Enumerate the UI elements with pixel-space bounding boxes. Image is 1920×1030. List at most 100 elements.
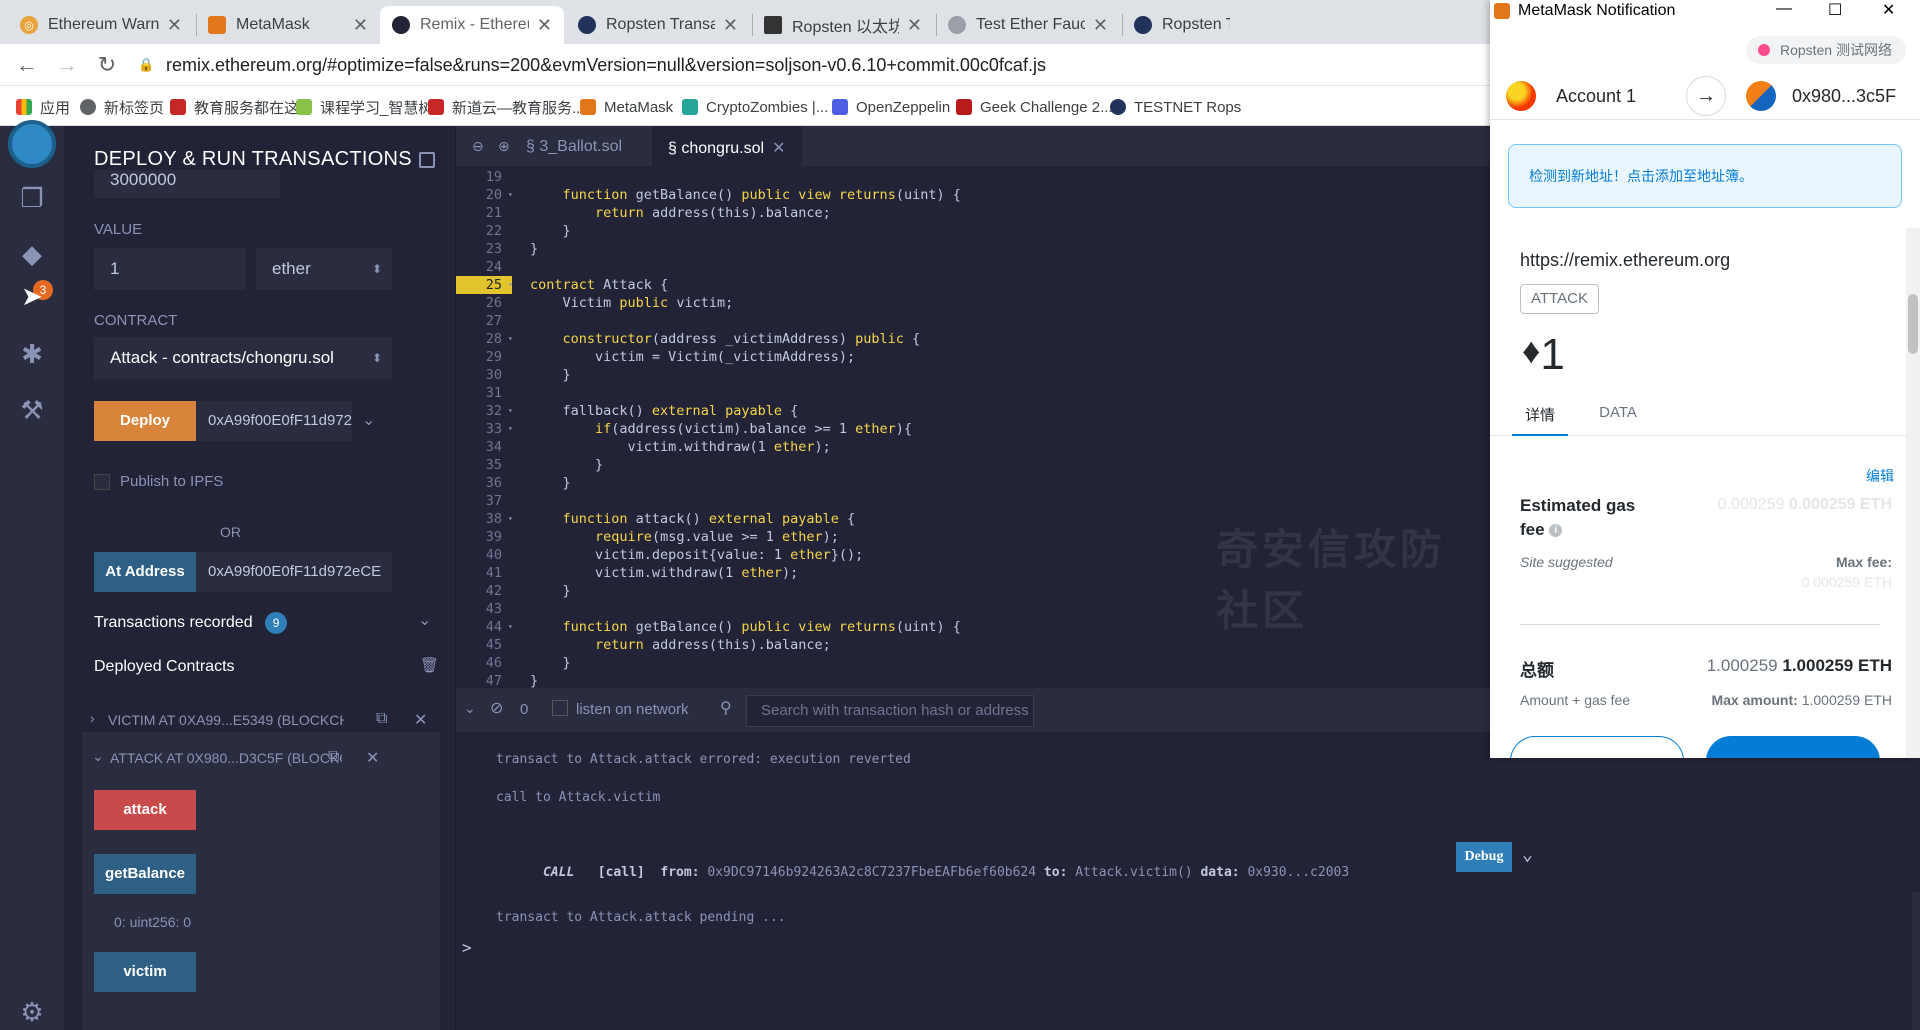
chevron-down-icon[interactable]: ⌄ <box>1522 844 1533 865</box>
clear-console-icon[interactable]: ⊘ <box>490 698 503 718</box>
zoom-in-icon[interactable]: ⊕ <box>498 138 510 155</box>
edit-gas-link[interactable]: 编辑 <box>1866 466 1894 486</box>
solidity-compiler-icon[interactable]: ◆ <box>14 236 50 272</box>
network-selector[interactable]: Ropsten 测试网络 <box>1745 36 1906 64</box>
close-icon[interactable]: ✕ <box>723 15 738 36</box>
fold-arrow-icon[interactable]: ▾ <box>508 510 518 528</box>
bookmark-geek-challenge[interactable]: Geek Challenge 2... <box>956 96 1113 118</box>
getbalance-function-button[interactable]: getBalance <box>94 854 196 894</box>
solidity-file-icon: § <box>526 138 540 155</box>
bookmark-zhihuishu[interactable]: 课程学习_智慧树 <box>296 96 433 118</box>
gas-limit-input[interactable]: 3000000 <box>94 170 280 198</box>
chevron-down-icon[interactable]: ⌄ <box>92 748 104 765</box>
fold-arrow-icon[interactable]: ▾ <box>508 330 518 348</box>
contract-select[interactable]: Attack - contracts/chongru.sol ⬍ <box>94 337 392 379</box>
deploy-run-icon[interactable]: ➤ <box>14 278 50 314</box>
code-text: function getBalance() public view return… <box>562 187 961 203</box>
attack-instance-row[interactable]: ⌄ ATTACK AT 0X980...D3C5F (BLOCKC ⧉ ✕ <box>86 744 436 774</box>
fold-arrow-icon[interactable]: ▾ <box>508 618 518 636</box>
minimize-icon[interactable]: — <box>1776 0 1792 18</box>
code-text: } <box>530 673 539 688</box>
close-icon[interactable]: ✕ <box>1093 15 1108 36</box>
fold-arrow-icon[interactable]: ▾ <box>508 402 518 420</box>
chevron-right-icon[interactable]: › <box>90 710 95 726</box>
at-address-button[interactable]: At Address <box>94 552 196 592</box>
victim-function-button[interactable]: victim <box>94 952 196 992</box>
browser-tab-ropsten-faucet[interactable]: Ropsten 以太坊水龙头 ✕ <box>752 6 934 44</box>
editor-tab-ballot[interactable]: § 3_Ballot.sol <box>526 138 622 156</box>
browser-tab-test-ether-faucet[interactable]: Test Ether Faucet ✕ <box>936 6 1120 44</box>
unit-select[interactable]: ether ⬍ <box>256 248 392 290</box>
url-field[interactable]: 🔒 remix.ethereum.org/#optimize=false&run… <box>138 49 1458 81</box>
from-account-name[interactable]: Account 1 <box>1556 86 1636 107</box>
transaction-search-input[interactable]: Search with transaction hash or address <box>746 695 1034 727</box>
editor-tab-chongru[interactable]: § chongru.sol ✕ <box>668 138 785 158</box>
copy-icon[interactable]: ⧉ <box>376 710 387 728</box>
bookmark-education[interactable]: 教育服务都在这 <box>170 96 299 118</box>
listen-network-checkbox[interactable] <box>552 700 568 716</box>
bookmark-openzeppelin[interactable]: OpenZeppelin <box>832 96 950 118</box>
bookmark-cryptozombies[interactable]: CryptoZombies |... <box>682 96 828 118</box>
transactions-recorded-row[interactable]: Transactions recorded 9 <box>94 612 434 634</box>
bookmark-apps[interactable]: 应用 <box>16 96 70 118</box>
chevron-down-icon[interactable]: ⌄ <box>418 610 431 630</box>
bookmark-label: 课程学习_智慧树 <box>320 99 434 117</box>
close-icon[interactable]: ✕ <box>366 748 379 768</box>
code-editor[interactable]: 19 20 ▾ function getBalance() public view … <box>456 166 1490 688</box>
close-icon[interactable]: ✕ <box>907 15 922 36</box>
close-icon[interactable]: ✕ <box>414 710 427 730</box>
close-icon[interactable]: ✕ <box>537 15 552 36</box>
close-icon[interactable]: ✕ <box>1882 0 1895 20</box>
copy-icon[interactable]: ⧉ <box>328 748 339 766</box>
browser-tab-metamask[interactable]: MetaMask ✕ <box>196 6 380 44</box>
bookmark-metamask[interactable]: MetaMask <box>580 96 673 118</box>
reload-icon[interactable]: ↻ <box>94 52 120 78</box>
metamask-scrollbar[interactable] <box>1906 228 1920 758</box>
documentation-icon[interactable] <box>419 152 435 168</box>
remix-logo-icon[interactable] <box>8 120 56 168</box>
zoom-out-icon[interactable]: ⊖ <box>472 138 484 155</box>
terminal-scrollbar[interactable] <box>1912 892 1920 1030</box>
tab-details[interactable]: 详情 <box>1512 404 1568 436</box>
close-icon[interactable]: ✕ <box>772 140 785 157</box>
terminal-prompt[interactable]: > <box>462 938 472 957</box>
new-address-notice[interactable]: 检测到新地址！点击添加至地址簿。 <box>1508 144 1902 208</box>
collapse-terminal-icon[interactable]: ⌄ <box>464 700 476 717</box>
debug-button[interactable]: Debug <box>1456 842 1512 872</box>
scrollbar-thumb[interactable] <box>1908 294 1918 354</box>
close-icon[interactable]: ✕ <box>353 15 368 36</box>
bookmark-new-tab[interactable]: 新标签页 <box>80 96 164 118</box>
code-text: fallback() external payable { <box>530 403 799 419</box>
file-explorer-icon[interactable]: ❐ <box>14 180 50 216</box>
reject-button[interactable] <box>1510 736 1684 758</box>
value-input[interactable]: 1 <box>94 248 246 290</box>
confirm-button[interactable] <box>1706 736 1880 758</box>
bookmark-testnet[interactable]: TESTNET Rops <box>1110 96 1241 118</box>
back-arrow-icon[interactable]: ← <box>14 52 40 78</box>
browser-tab-ethereum-warning[interactable]: ◎ Ethereum Warning! ✕ <box>8 6 194 44</box>
fold-arrow-icon[interactable]: ▾ <box>508 420 518 438</box>
close-icon[interactable]: ✕ <box>167 15 182 36</box>
info-icon[interactable]: i <box>1549 524 1563 537</box>
browser-tab-ropsten-tr[interactable]: Ropsten Tr <box>1122 6 1242 44</box>
at-address-input[interactable]: 0xA99f00E0fF11d972eCE <box>196 552 392 592</box>
fold-arrow-icon[interactable]: ▾ <box>508 186 518 204</box>
settings-gear-icon[interactable]: ⚙ <box>14 994 50 1030</box>
bookmark-xindaoyun[interactable]: 新道云—教育服务... <box>428 96 585 118</box>
debugger-bug-icon[interactable]: ✱ <box>14 336 50 372</box>
line-number: 27 <box>485 313 502 329</box>
deploy-constructor-input[interactable]: 0xA99f00E0fF11d972e <box>196 401 352 441</box>
trash-icon[interactable]: 🗑 <box>420 656 439 674</box>
publish-ipfs-checkbox[interactable] <box>94 474 110 490</box>
forward-arrow-icon[interactable]: → <box>54 52 80 78</box>
chevron-down-icon[interactable]: ⌄ <box>362 410 375 430</box>
tab-data[interactable]: DATA <box>1590 404 1646 421</box>
to-account-address[interactable]: 0x980...3c5F <box>1792 86 1896 107</box>
fold-arrow-icon[interactable]: ▾ <box>508 276 518 294</box>
browser-tab-ropsten-transaction[interactable]: Ropsten Transaction ✕ <box>566 6 750 44</box>
attack-function-button[interactable]: attack <box>94 790 196 830</box>
deploy-button[interactable]: Deploy <box>94 401 196 441</box>
maximize-icon[interactable]: ☐ <box>1828 0 1842 20</box>
plugin-manager-icon[interactable]: ⚒ <box>14 392 50 428</box>
browser-tab-remix[interactable]: Remix - Ethereum IDE ✕ <box>380 6 564 44</box>
